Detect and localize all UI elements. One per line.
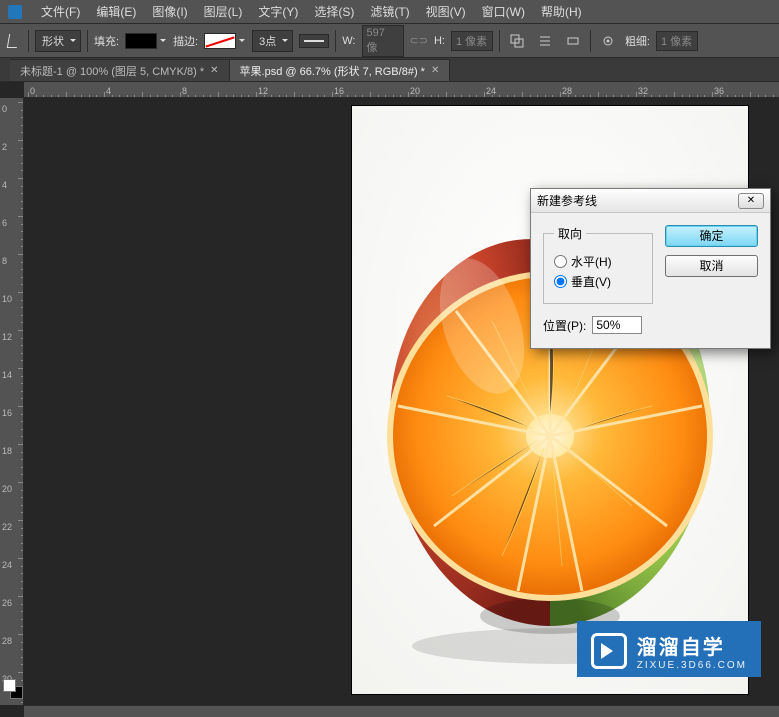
menu-edit[interactable]: 编辑(E) (89, 1, 143, 22)
orientation-group: 取向 水平(H) 垂直(V) (543, 225, 653, 304)
menu-view[interactable]: 视图(V) (419, 1, 473, 22)
foreground-swatch[interactable] (3, 679, 16, 692)
position-label: 位置(P): (543, 317, 586, 334)
tab-label: 苹果.psd @ 66.7% (形状 7, RGB/8#) * (240, 63, 425, 79)
dialog-titlebar[interactable]: 新建参考线 ✕ (531, 189, 770, 213)
stroke-swatch[interactable] (204, 33, 236, 49)
document-tab-bar: 未标题-1 @ 100% (图层 5, CMYK/8) * ✕ 苹果.psd @… (0, 58, 779, 82)
app-logo-icon (8, 5, 22, 19)
gear-icon[interactable] (597, 30, 619, 52)
play-icon (591, 633, 627, 669)
stroke-label: 描边: (173, 33, 198, 49)
watermark-url: ZIXUE.3D66.COM (637, 660, 747, 671)
menu-type[interactable]: 文字(Y) (251, 1, 305, 22)
position-input[interactable] (592, 316, 642, 334)
stroke-width-dropdown[interactable]: 3点 (252, 30, 293, 52)
tab-label: 未标题-1 @ 100% (图层 5, CMYK/8) * (20, 63, 204, 79)
radio-vertical-label: 垂直(V) (571, 273, 611, 290)
orientation-legend: 取向 (554, 225, 586, 242)
close-icon[interactable]: ✕ (210, 65, 218, 76)
dialog-title: 新建参考线 (537, 192, 738, 209)
stroke-style-dropdown[interactable] (299, 34, 329, 48)
menu-select[interactable]: 选择(S) (307, 1, 361, 22)
ok-button[interactable]: 确定 (665, 225, 758, 247)
menu-layer[interactable]: 图层(L) (197, 1, 250, 22)
options-bar: 形状 填充: 描边: 3点 W: 597 像 ⊂⊃ H: 1 像素 粗细: 1 … (0, 24, 779, 58)
ruler-horizontal[interactable]: 04812162024283236 (24, 82, 779, 98)
close-icon[interactable]: ✕ (431, 65, 439, 76)
cancel-button[interactable]: 取消 (665, 255, 758, 277)
radio-horizontal-input[interactable] (554, 255, 567, 268)
thickness-input[interactable]: 1 像素 (656, 31, 698, 51)
path-align-icon[interactable] (534, 30, 556, 52)
menu-help[interactable]: 帮助(H) (534, 1, 589, 22)
divider (87, 30, 88, 52)
path-arrange-icon[interactable] (562, 30, 584, 52)
menu-filter[interactable]: 滤镜(T) (363, 1, 416, 22)
divider (335, 30, 336, 52)
document-tab[interactable]: 苹果.psd @ 66.7% (形状 7, RGB/8#) * ✕ (230, 59, 451, 81)
link-wh-icon[interactable]: ⊂⊃ (410, 34, 428, 47)
fill-label: 填充: (94, 33, 119, 49)
menu-image[interactable]: 图像(I) (145, 1, 194, 22)
divider (28, 30, 29, 52)
shape-mode-dropdown[interactable]: 形状 (35, 30, 81, 52)
watermark-title: 溜溜自学 (637, 631, 747, 660)
width-input[interactable]: 597 像 (362, 25, 404, 57)
height-label: H: (434, 35, 445, 47)
fill-swatch[interactable] (125, 33, 157, 49)
ruler-vertical[interactable]: 024681012141618202224262830 (0, 98, 24, 705)
radio-horizontal[interactable]: 水平(H) (554, 253, 642, 270)
status-bar (24, 705, 779, 717)
height-input[interactable]: 1 像素 (451, 31, 493, 51)
radio-vertical[interactable]: 垂直(V) (554, 273, 642, 290)
menu-window[interactable]: 窗口(W) (475, 1, 532, 22)
document-tab[interactable]: 未标题-1 @ 100% (图层 5, CMYK/8) * ✕ (10, 59, 230, 81)
radio-horizontal-label: 水平(H) (571, 253, 612, 270)
menu-file[interactable]: 文件(F) (34, 1, 87, 22)
new-guide-dialog: 新建参考线 ✕ 取向 水平(H) 垂直(V) 确定 取消 位置(P): (530, 188, 771, 349)
pen-tool-icon (7, 34, 19, 48)
thickness-label: 粗细: (625, 33, 650, 49)
watermark: 溜溜自学 ZIXUE.3D66.COM (577, 621, 761, 677)
divider (590, 30, 591, 52)
path-combine-icon[interactable] (506, 30, 528, 52)
divider (499, 30, 500, 52)
radio-vertical-input[interactable] (554, 275, 567, 288)
work-area: 04812162024283236 0246810121416182022242… (0, 82, 779, 717)
menu-bar: 文件(F) 编辑(E) 图像(I) 图层(L) 文字(Y) 选择(S) 滤镜(T… (0, 0, 779, 24)
width-label: W: (342, 35, 355, 47)
close-icon[interactable]: ✕ (738, 193, 764, 209)
color-swatches[interactable] (3, 679, 23, 699)
